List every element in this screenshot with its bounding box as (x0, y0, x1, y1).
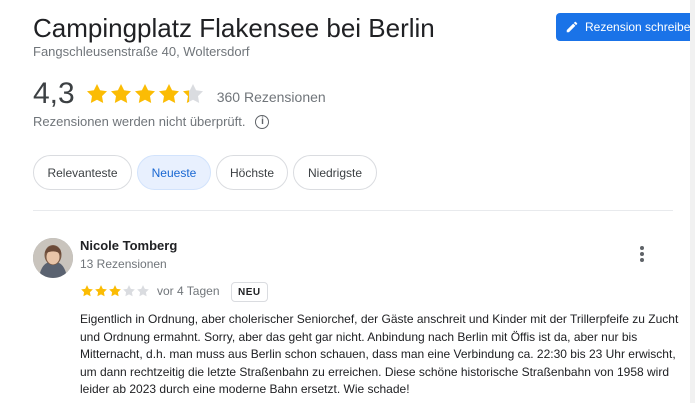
not-verified-note: Rezensionen werden nicht überprüft. i (33, 114, 270, 129)
pencil-icon (566, 21, 578, 33)
star-icon (137, 285, 149, 297)
rating-summary: 4,3 360 Rezensionen (33, 77, 326, 111)
more-options-icon[interactable] (634, 244, 650, 264)
star-icon (81, 285, 93, 297)
star-icon (134, 84, 155, 104)
reviewer-review-count: 13 Rezensionen (80, 257, 167, 271)
scrollbar[interactable] (690, 0, 695, 403)
chip-highest[interactable]: Höchste (216, 155, 288, 190)
star-icon (86, 84, 107, 104)
chip-lowest[interactable]: Niedrigste (293, 155, 377, 190)
review-count-link[interactable]: 360 Rezensionen (217, 89, 326, 105)
chip-relevance[interactable]: Relevanteste (33, 155, 132, 190)
place-address: Fangschleusenstraße 40, Woltersdorf (33, 44, 250, 59)
rating-stars (85, 82, 205, 106)
star-icon (158, 84, 179, 104)
star-icon (95, 285, 107, 297)
write-review-button[interactable]: Rezension schreiben (556, 13, 695, 41)
star-icon (123, 285, 135, 297)
place-title: Campingplatz Flakensee bei Berlin (33, 13, 435, 43)
not-verified-text: Rezensionen werden nicht überprüft. (33, 114, 246, 129)
star-icon (109, 285, 121, 297)
review-stars (80, 284, 150, 298)
star-icon (110, 84, 131, 104)
reviewer-name[interactable]: Nicole Tomberg (80, 238, 177, 253)
new-badge: NEU (231, 282, 268, 302)
divider (33, 210, 673, 211)
review-date: vor 4 Tagen (157, 284, 220, 298)
average-rating: 4,3 (33, 77, 75, 110)
reviewer-avatar[interactable] (33, 238, 73, 278)
chip-newest[interactable]: Neueste (137, 155, 211, 190)
info-icon[interactable]: i (255, 114, 270, 129)
review-text: Eigentlich in Ordnung, aber cholerischer… (80, 312, 679, 396)
star-icon (182, 84, 203, 104)
write-review-label: Rezension schreiben (585, 20, 695, 34)
